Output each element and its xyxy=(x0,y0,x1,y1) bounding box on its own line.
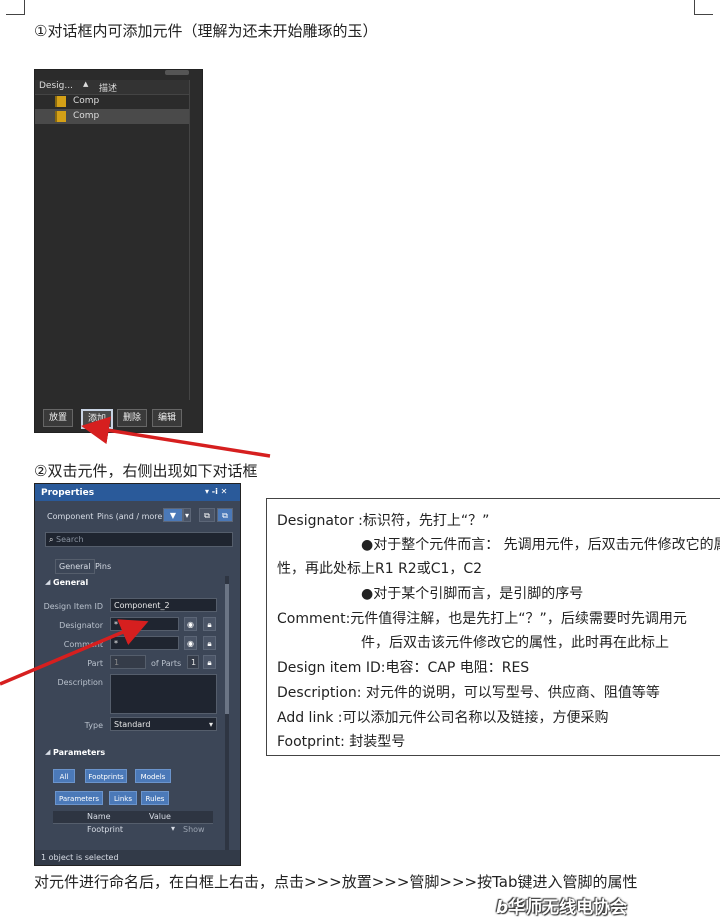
watermark-logo-icon: b xyxy=(496,898,509,918)
footer-instruction: 对元件进行命名后，在白框上右击，点击>>>放置>>>管脚>>>按Tab键进入管脚… xyxy=(34,873,638,891)
arrow-to-add-button xyxy=(81,416,271,458)
arrow-to-designator-field xyxy=(0,619,149,686)
watermark-text: 华师无线电协会 xyxy=(508,898,628,918)
watermark: b华师无线电协会 xyxy=(496,893,627,918)
annotation-arrows xyxy=(0,416,271,686)
